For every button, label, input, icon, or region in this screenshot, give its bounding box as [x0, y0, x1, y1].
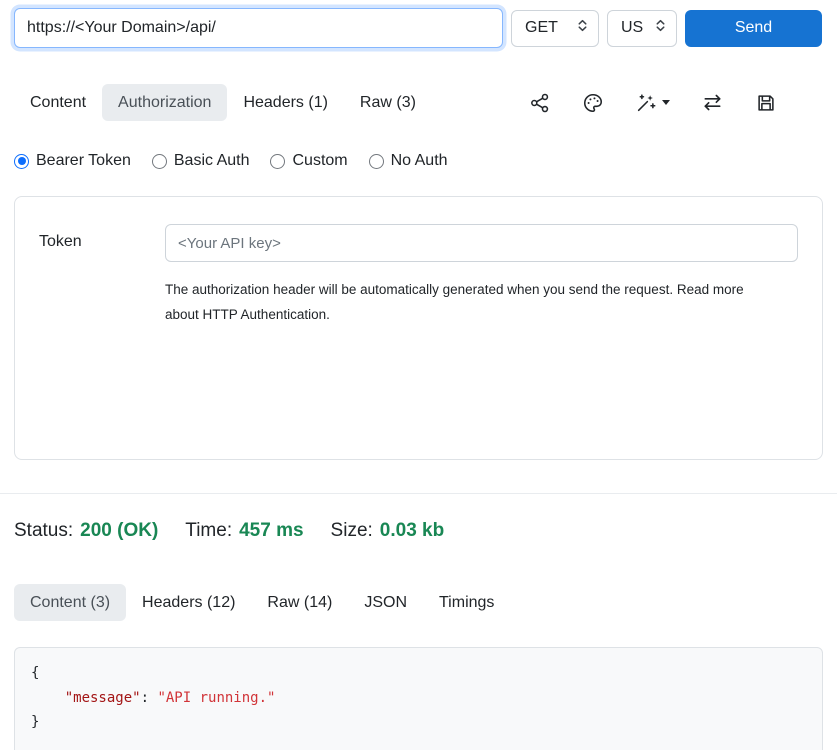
status-value: 200 (OK) [80, 520, 158, 542]
request-tabs-row: Content Authorization Headers (1) Raw (3… [14, 84, 823, 121]
method-select-value: GET [525, 19, 558, 37]
radio-no-auth[interactable]: No Auth [369, 152, 448, 170]
updown-arrows-icon [576, 19, 589, 37]
radio-unchecked-icon [270, 154, 285, 169]
url-input[interactable] [14, 8, 503, 48]
tab-content[interactable]: Content [14, 84, 102, 121]
chevron-down-icon [662, 100, 670, 105]
request-toolbar [529, 91, 777, 114]
request-bar: GET US Send [14, 8, 823, 48]
region-select[interactable]: US [607, 10, 677, 47]
size-label: Size: [331, 520, 373, 542]
radio-label: Basic Auth [174, 152, 250, 170]
radio-label: Custom [292, 152, 347, 170]
tab-response-json[interactable]: JSON [348, 584, 423, 621]
radio-label: No Auth [391, 152, 448, 170]
region-select-value: US [621, 19, 643, 37]
token-label: Token [39, 224, 165, 432]
tab-response-headers[interactable]: Headers (12) [126, 584, 251, 621]
auth-panel: Token The authorization header will be a… [14, 196, 823, 460]
radio-checked-icon [14, 154, 29, 169]
tab-response-content[interactable]: Content (3) [14, 584, 126, 621]
share-icon[interactable] [529, 92, 551, 114]
tab-response-timings[interactable]: Timings [423, 584, 510, 621]
magic-wand-icon[interactable] [635, 92, 670, 114]
tab-response-raw[interactable]: Raw (14) [251, 584, 348, 621]
json-key: "message" [65, 690, 141, 706]
tab-authorization[interactable]: Authorization [102, 84, 227, 121]
code-line: } [31, 710, 806, 735]
section-divider [0, 493, 837, 494]
radio-label: Bearer Token [36, 152, 131, 170]
radio-unchecked-icon [369, 154, 384, 169]
request-tabs: Content Authorization Headers (1) Raw (3… [14, 84, 432, 121]
size-value: 0.03 kb [380, 520, 444, 542]
token-column: The authorization header will be automat… [165, 224, 798, 432]
status-label: Status: [14, 520, 73, 542]
api-client-page: GET US Send Content Authorization Header… [0, 0, 837, 750]
auth-help-text: The authorization header will be automat… [165, 277, 751, 327]
response-tabs: Content (3) Headers (12) Raw (14) JSON T… [14, 584, 823, 621]
radio-bearer-token[interactable]: Bearer Token [14, 152, 131, 170]
time-value: 457 ms [239, 520, 303, 542]
method-select[interactable]: GET [511, 10, 599, 47]
swap-arrows-icon[interactable] [701, 91, 724, 114]
radio-custom[interactable]: Custom [270, 152, 347, 170]
radio-unchecked-icon [152, 154, 167, 169]
radio-basic-auth[interactable]: Basic Auth [152, 152, 250, 170]
save-icon[interactable] [755, 92, 777, 114]
updown-arrows-icon [654, 19, 667, 37]
tab-headers[interactable]: Headers (1) [227, 84, 343, 121]
palette-icon[interactable] [582, 92, 604, 114]
time-label: Time: [185, 520, 232, 542]
tab-raw[interactable]: Raw (3) [344, 84, 432, 121]
response-body: { "message": "API running." } [14, 647, 823, 750]
response-summary: Status: 200 (OK) Time: 457 ms Size: 0.03… [14, 520, 823, 542]
code-line: { [31, 661, 806, 686]
json-string: "API running." [157, 690, 275, 706]
auth-type-radios: Bearer Token Basic Auth Custom No Auth [14, 152, 823, 170]
send-button[interactable]: Send [685, 10, 822, 47]
token-input[interactable] [165, 224, 798, 262]
code-line: "message": "API running." [31, 686, 806, 711]
